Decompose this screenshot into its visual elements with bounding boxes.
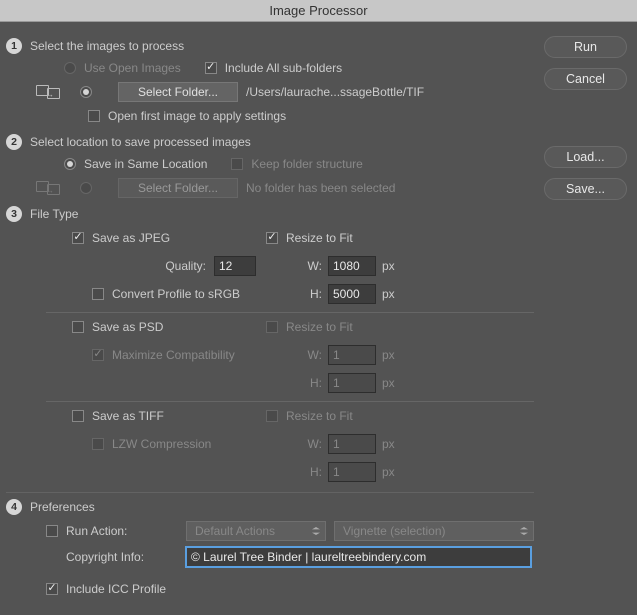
include-icc-label: Include ICC Profile [66,582,166,596]
step-badge-4: 4 [6,499,22,515]
jpeg-w-label: W: [302,259,322,273]
tiff-h-px: px [382,465,395,479]
save-as-jpeg-checkbox[interactable] [72,232,84,244]
source-path-label: /Users/laurache...ssageBottle/TIF [246,85,424,99]
open-first-image-checkbox[interactable] [88,110,100,122]
action-set-select[interactable]: Default Actions [186,521,326,541]
keep-folder-structure-label: Keep folder structure [251,157,362,171]
save-same-location-radio[interactable] [64,158,76,170]
jpeg-resize-checkbox[interactable] [266,232,278,244]
copyright-input[interactable] [186,547,531,567]
run-action-checkbox[interactable] [46,525,58,537]
jpeg-w-px: px [382,259,395,273]
run-action-label: Run Action: [66,524,127,538]
section2-title: Select location to save processed images [30,135,251,149]
max-compat-checkbox [92,349,104,361]
copyright-label: Copyright Info: [66,550,144,564]
open-first-image-label: Open first image to apply settings [108,109,286,123]
keep-folder-structure-checkbox [231,158,243,170]
save-button[interactable]: Save... [544,178,627,200]
save-as-psd-label: Save as PSD [92,320,163,334]
include-subfolders-label: Include All sub-folders [225,61,342,75]
step-badge-2: 2 [6,134,22,150]
window-title: Image Processor [0,0,637,22]
psd-w-label: W: [302,348,322,362]
lzw-label: LZW Compression [112,437,211,451]
no-folder-label: No folder has been selected [246,181,395,195]
select-source-folder-button[interactable]: Select Folder... [118,82,238,102]
psd-w-input [328,345,376,365]
convert-srgb-checkbox[interactable] [92,288,104,300]
tiff-w-input [328,434,376,454]
section4-title: Preferences [30,500,95,514]
section1-title: Select the images to process [30,39,184,53]
select-folder-radio[interactable] [80,86,92,98]
jpeg-h-px: px [382,287,395,301]
psd-h-input [328,373,376,393]
jpeg-quality-label: Quality: [165,259,206,273]
save-as-jpeg-label: Save as JPEG [92,231,170,245]
use-open-images-radio [64,62,76,74]
tiff-w-label: W: [302,437,322,451]
select-dest-folder-button[interactable]: Select Folder... [118,178,238,198]
folder-pair-icon: → [36,85,60,99]
run-button[interactable]: Run [544,36,627,58]
section3-title: File Type [30,207,78,221]
use-open-images-label: Use Open Images [84,61,181,75]
psd-resize-checkbox [266,321,278,333]
save-as-tiff-checkbox[interactable] [72,410,84,422]
load-button[interactable]: Load... [544,146,627,168]
jpeg-w-input[interactable] [328,256,376,276]
include-subfolders-checkbox[interactable] [205,62,217,74]
tiff-resize-label: Resize to Fit [286,409,353,423]
tiff-w-px: px [382,437,395,451]
step-badge-1: 1 [6,38,22,54]
psd-h-label: H: [302,376,322,390]
tiff-h-label: H: [302,465,322,479]
tiff-resize-checkbox [266,410,278,422]
include-icc-checkbox[interactable] [46,583,58,595]
step-badge-3: 3 [6,206,22,222]
action-select[interactable]: Vignette (selection) [334,521,534,541]
psd-resize-label: Resize to Fit [286,320,353,334]
save-as-psd-checkbox[interactable] [72,321,84,333]
lzw-checkbox [92,438,104,450]
save-as-tiff-label: Save as TIFF [92,409,164,423]
psd-h-px: px [382,376,395,390]
jpeg-h-input[interactable] [328,284,376,304]
convert-srgb-label: Convert Profile to sRGB [112,287,240,301]
tiff-h-input [328,462,376,482]
jpeg-h-label: H: [302,287,322,301]
cancel-button[interactable]: Cancel [544,68,627,90]
jpeg-quality-input[interactable] [214,256,256,276]
psd-w-px: px [382,348,395,362]
max-compat-label: Maximize Compatibility [112,348,235,362]
select-dest-folder-radio[interactable] [80,182,92,194]
folder-pair-icon-2: → [36,181,60,195]
save-same-location-label: Save in Same Location [84,157,207,171]
jpeg-resize-label: Resize to Fit [286,231,353,245]
